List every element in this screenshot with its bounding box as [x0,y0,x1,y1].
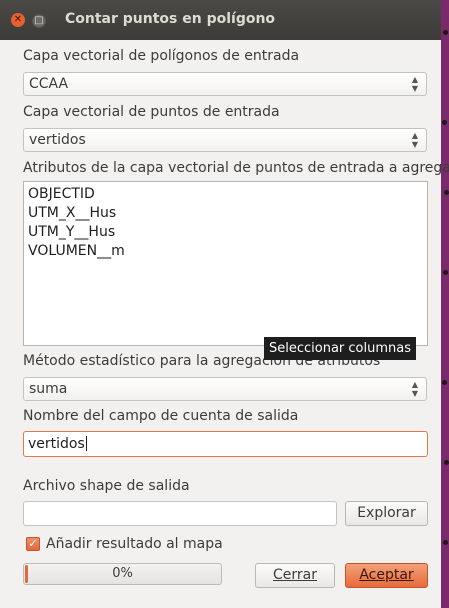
point-layer-label: Capa vectorial de puntos de entrada [23,104,280,120]
count-field-label: Nombre del campo de cuenta de salida [23,408,299,424]
close-button[interactable]: Cerrar [255,563,335,588]
list-item[interactable]: OBJECTID [28,186,95,202]
tooltip: Seleccionar columnas [264,337,416,360]
output-file-input[interactable] [23,501,337,526]
list-item[interactable]: VOLUMEN__m [28,243,125,259]
point-layer-value: vertidos [29,132,86,148]
updown-arrow-icon: ▲ ▼ [411,380,418,398]
polygon-layer-select[interactable]: CCAA ▲ ▼ [23,72,427,96]
add-to-map-label[interactable]: Añadir resultado al mapa [46,536,223,552]
point-layer-select[interactable]: vertidos ▲ ▼ [23,128,427,152]
statistic-select[interactable]: suma ▲ ▼ [23,377,427,401]
close-icon[interactable]: ✕ [11,13,25,27]
ok-button[interactable]: Aceptar [345,563,428,588]
close-button-label: Cerrar [273,567,317,583]
background-map-strip [441,0,449,608]
text-caret [85,436,87,451]
statistic-value: suma [29,381,68,397]
dialog-window: ✕ □ Contar puntos en polígono Capa vecto… [0,0,449,608]
add-to-map-checkbox[interactable]: ✓ [26,537,40,551]
maximize-icon[interactable]: □ [32,14,46,28]
progress-bar: 0% [23,563,222,585]
list-item[interactable]: UTM_Y__Hus [28,224,115,240]
output-label: Archivo shape de salida [23,478,190,494]
attributes-list[interactable]: OBJECTID UTM_X__Hus UTM_Y__Hus VOLUMEN__… [23,181,428,346]
list-item[interactable]: UTM_X__Hus [28,205,116,221]
updown-arrow-icon: ▲ ▼ [411,75,418,93]
polygon-layer-value: CCAA [29,76,69,92]
polygon-layer-label: Capa vectorial de polígonos de entrada [23,48,300,64]
count-field-input[interactable]: vertidos [23,431,428,457]
updown-arrow-icon: ▲ ▼ [411,131,418,149]
progress-text: 0% [112,566,133,581]
window-title: Contar puntos en polígono [65,11,276,27]
count-field-value: vertidos [28,436,85,452]
browse-button[interactable]: Explorar [345,501,428,526]
ok-button-label: Aceptar [359,567,414,583]
title-bar: ✕ □ Contar puntos en polígono [0,0,441,40]
attributes-label: Atributos de la capa vectorial de puntos… [23,160,449,176]
checkmark-icon: ✓ [28,537,38,550]
